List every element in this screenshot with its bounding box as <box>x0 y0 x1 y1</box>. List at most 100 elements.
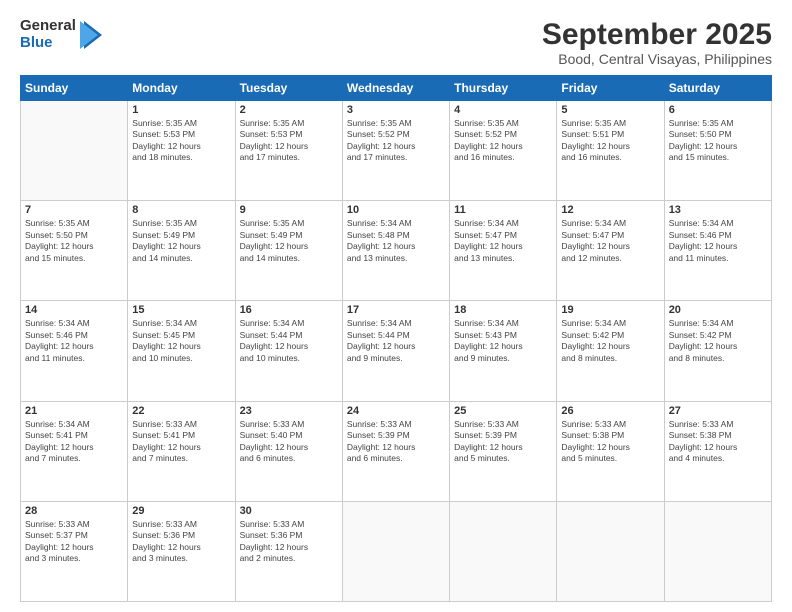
calendar-cell: 14 Sunrise: 5:34 AM Sunset: 5:46 PM Dayli… <box>21 301 128 401</box>
day-number: 13 <box>669 204 767 216</box>
day-header-wednesday: Wednesday <box>342 76 449 101</box>
day-info: Sunrise: 5:34 AM Sunset: 5:42 PM Dayligh… <box>669 318 767 364</box>
day-info: Sunrise: 5:34 AM Sunset: 5:41 PM Dayligh… <box>25 419 123 465</box>
calendar-cell: 3Sunrise: 5:35 AM Sunset: 5:52 PM Daylig… <box>342 101 449 201</box>
day-info: Sunrise: 5:34 AM Sunset: 5:46 PM Dayligh… <box>25 318 123 364</box>
day-number: 5 <box>561 104 659 116</box>
day-number: 20 <box>669 304 767 316</box>
day-info: Sunrise: 5:34 AM Sunset: 5:43 PM Dayligh… <box>454 318 552 364</box>
calendar-cell: 23Sunrise: 5:33 AM Sunset: 5:40 PM Dayli… <box>235 401 342 501</box>
day-info: Sunrise: 5:35 AM Sunset: 5:50 PM Dayligh… <box>669 118 767 164</box>
title-section: September 2025 Bood, Central Visayas, Ph… <box>542 18 772 67</box>
day-info: Sunrise: 5:34 AM Sunset: 5:48 PM Dayligh… <box>347 218 445 264</box>
month-title: September 2025 <box>542 18 772 51</box>
day-number: 14 <box>25 304 123 316</box>
day-number: 9 <box>240 204 338 216</box>
day-number: 28 <box>25 505 123 517</box>
calendar-cell: 25Sunrise: 5:33 AM Sunset: 5:39 PM Dayli… <box>450 401 557 501</box>
calendar-cell: 30 Sunrise: 5:33 AM Sunset: 5:36 PM Dayli… <box>235 501 342 601</box>
day-info: Sunrise: 5:34 AM Sunset: 5:44 PM Dayligh… <box>347 318 445 364</box>
day-number: 19 <box>561 304 659 316</box>
day-header-thursday: Thursday <box>450 76 557 101</box>
logo-general: General <box>20 18 76 35</box>
calendar-cell <box>664 501 771 601</box>
calendar-cell <box>21 101 128 201</box>
day-number: 24 <box>347 405 445 417</box>
day-info: Sunrise: 5:33 AM Sunset: 5:36 PM Dayligh… <box>240 519 338 565</box>
day-info: Sunrise: 5:35 AM Sunset: 5:52 PM Dayligh… <box>454 118 552 164</box>
calendar-cell: 29 Sunrise: 5:33 AM Sunset: 5:36 PM Dayli… <box>128 501 235 601</box>
calendar-cell: 11 Sunrise: 5:34 AM Sunset: 5:47 PM Dayli… <box>450 201 557 301</box>
logo-icon <box>80 21 102 49</box>
calendar-cell: 24 Sunrise: 5:33 AM Sunset: 5:39 PM Dayli… <box>342 401 449 501</box>
calendar-cell: 7Sunrise: 5:35 AM Sunset: 5:50 PM Daylig… <box>21 201 128 301</box>
calendar-cell: 28 Sunrise: 5:33 AM Sunset: 5:37 PM Dayli… <box>21 501 128 601</box>
calendar-cell: 8Sunrise: 5:35 AM Sunset: 5:49 PM Daylig… <box>128 201 235 301</box>
calendar-cell: 1Sunrise: 5:35 AM Sunset: 5:53 PM Daylig… <box>128 101 235 201</box>
logo: General Blue <box>20 18 102 51</box>
calendar-cell <box>450 501 557 601</box>
calendar-cell: 9 Sunrise: 5:35 AM Sunset: 5:49 PM Daylig… <box>235 201 342 301</box>
day-info: Sunrise: 5:34 AM Sunset: 5:47 PM Dayligh… <box>454 218 552 264</box>
day-info: Sunrise: 5:33 AM Sunset: 5:39 PM Dayligh… <box>347 419 445 465</box>
calendar: SundayMondayTuesdayWednesdayThursdayFrid… <box>20 75 772 602</box>
calendar-cell: 12 Sunrise: 5:34 AM Sunset: 5:47 PM Dayli… <box>557 201 664 301</box>
calendar-cell <box>557 501 664 601</box>
calendar-cell: 5Sunrise: 5:35 AM Sunset: 5:51 PM Daylig… <box>557 101 664 201</box>
calendar-cell: 4 Sunrise: 5:35 AM Sunset: 5:52 PM Daylig… <box>450 101 557 201</box>
logo-text: General Blue <box>20 18 76 51</box>
calendar-cell: 17 Sunrise: 5:34 AM Sunset: 5:44 PM Dayli… <box>342 301 449 401</box>
calendar-cell: 27Sunrise: 5:33 AM Sunset: 5:38 PM Dayli… <box>664 401 771 501</box>
calendar-cell: 10Sunrise: 5:34 AM Sunset: 5:48 PM Dayli… <box>342 201 449 301</box>
calendar-cell: 2 Sunrise: 5:35 AM Sunset: 5:53 PM Daylig… <box>235 101 342 201</box>
calendar-cell: 15Sunrise: 5:34 AM Sunset: 5:45 PM Dayli… <box>128 301 235 401</box>
location: Bood, Central Visayas, Philippines <box>542 51 772 67</box>
week-row-3: 14 Sunrise: 5:34 AM Sunset: 5:46 PM Dayli… <box>21 301 772 401</box>
day-number: 15 <box>132 304 230 316</box>
calendar-table: SundayMondayTuesdayWednesdayThursdayFrid… <box>20 75 772 602</box>
day-info: Sunrise: 5:33 AM Sunset: 5:38 PM Dayligh… <box>669 419 767 465</box>
day-header-sunday: Sunday <box>21 76 128 101</box>
week-row-1: 1Sunrise: 5:35 AM Sunset: 5:53 PM Daylig… <box>21 101 772 201</box>
day-info: Sunrise: 5:35 AM Sunset: 5:52 PM Dayligh… <box>347 118 445 164</box>
day-number: 17 <box>347 304 445 316</box>
day-info: Sunrise: 5:34 AM Sunset: 5:44 PM Dayligh… <box>240 318 338 364</box>
calendar-cell <box>342 501 449 601</box>
day-info: Sunrise: 5:35 AM Sunset: 5:49 PM Dayligh… <box>240 218 338 264</box>
day-header-friday: Friday <box>557 76 664 101</box>
page: General Blue September 2025 Bood, Centra… <box>0 0 792 612</box>
day-number: 21 <box>25 405 123 417</box>
day-number: 26 <box>561 405 659 417</box>
day-info: Sunrise: 5:33 AM Sunset: 5:37 PM Dayligh… <box>25 519 123 565</box>
day-number: 7 <box>25 204 123 216</box>
day-number: 18 <box>454 304 552 316</box>
calendar-cell: 13Sunrise: 5:34 AM Sunset: 5:46 PM Dayli… <box>664 201 771 301</box>
day-number: 30 <box>240 505 338 517</box>
day-info: Sunrise: 5:34 AM Sunset: 5:42 PM Dayligh… <box>561 318 659 364</box>
day-header-row: SundayMondayTuesdayWednesdayThursdayFrid… <box>21 76 772 101</box>
day-info: Sunrise: 5:34 AM Sunset: 5:47 PM Dayligh… <box>561 218 659 264</box>
calendar-cell: 19 Sunrise: 5:34 AM Sunset: 5:42 PM Dayli… <box>557 301 664 401</box>
day-number: 4 <box>454 104 552 116</box>
day-number: 22 <box>132 405 230 417</box>
day-number: 16 <box>240 304 338 316</box>
calendar-cell: 18 Sunrise: 5:34 AM Sunset: 5:43 PM Dayli… <box>450 301 557 401</box>
day-number: 25 <box>454 405 552 417</box>
header: General Blue September 2025 Bood, Centra… <box>20 18 772 67</box>
day-number: 29 <box>132 505 230 517</box>
calendar-cell: 22 Sunrise: 5:33 AM Sunset: 5:41 PM Dayli… <box>128 401 235 501</box>
calendar-cell: 16 Sunrise: 5:34 AM Sunset: 5:44 PM Dayli… <box>235 301 342 401</box>
day-info: Sunrise: 5:33 AM Sunset: 5:41 PM Dayligh… <box>132 419 230 465</box>
day-number: 6 <box>669 104 767 116</box>
day-number: 11 <box>454 204 552 216</box>
week-row-5: 28 Sunrise: 5:33 AM Sunset: 5:37 PM Dayli… <box>21 501 772 601</box>
week-row-4: 21 Sunrise: 5:34 AM Sunset: 5:41 PM Dayli… <box>21 401 772 501</box>
day-info: Sunrise: 5:33 AM Sunset: 5:38 PM Dayligh… <box>561 419 659 465</box>
day-number: 12 <box>561 204 659 216</box>
day-number: 2 <box>240 104 338 116</box>
day-info: Sunrise: 5:35 AM Sunset: 5:49 PM Dayligh… <box>132 218 230 264</box>
day-info: Sunrise: 5:33 AM Sunset: 5:36 PM Dayligh… <box>132 519 230 565</box>
day-info: Sunrise: 5:33 AM Sunset: 5:40 PM Dayligh… <box>240 419 338 465</box>
day-info: Sunrise: 5:35 AM Sunset: 5:53 PM Dayligh… <box>240 118 338 164</box>
day-header-saturday: Saturday <box>664 76 771 101</box>
